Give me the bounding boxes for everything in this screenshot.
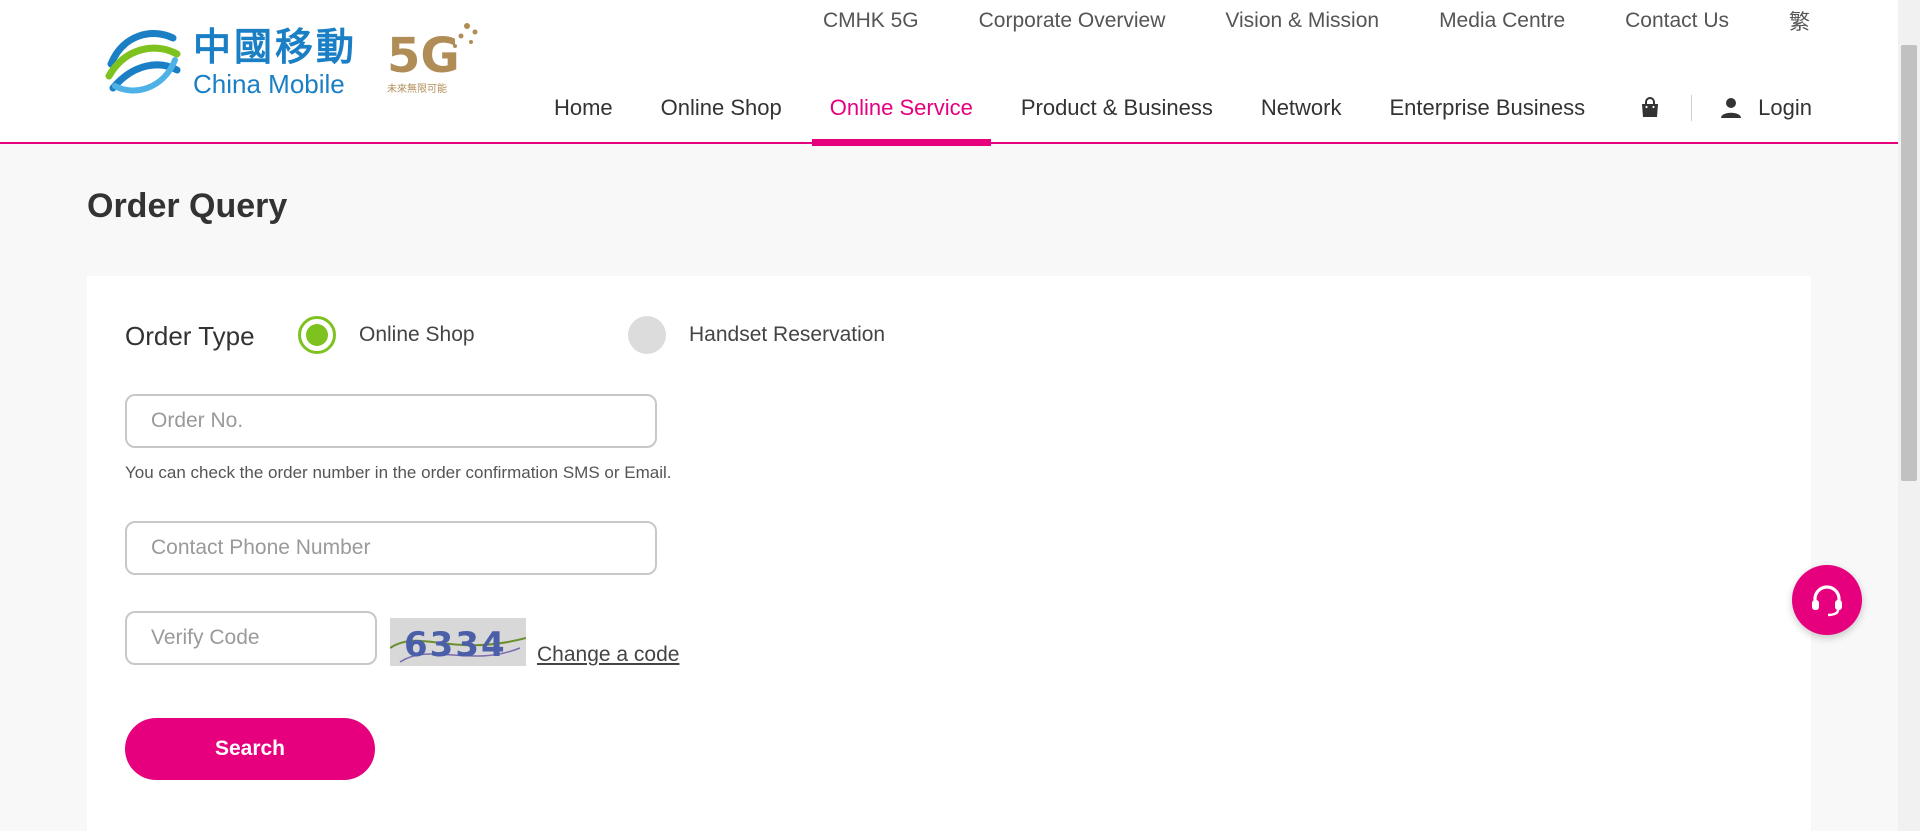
radio-online-shop-label: Online Shop: [359, 323, 475, 346]
main-navigation: Home Online Shop Online Service Product …: [524, 88, 1812, 146]
nav-item-product-business[interactable]: Product & Business: [1003, 88, 1231, 144]
language-switch[interactable]: 繁: [1789, 6, 1810, 36]
nav-item-online-shop[interactable]: Online Shop: [643, 88, 800, 144]
logo-english-name: China Mobile: [193, 69, 345, 99]
china-mobile-logo[interactable]: 中國移動 China Mobile: [103, 24, 357, 100]
captcha-image: 6334: [390, 618, 526, 666]
nav-item-home[interactable]: Home: [536, 88, 631, 144]
top-link-corporate-overview[interactable]: Corporate Overview: [979, 9, 1166, 33]
page-scrollbar[interactable]: [1898, 0, 1920, 831]
order-number-hint: You can check the order number in the or…: [125, 463, 672, 482]
top-link-vision-mission[interactable]: Vision & Mission: [1225, 9, 1379, 33]
customer-service-chat-button[interactable]: [1792, 565, 1862, 635]
captcha-text: 6334: [404, 625, 507, 665]
order-type-label: Order Type: [125, 321, 255, 351]
scrollbar-thumb[interactable]: [1901, 45, 1917, 481]
nav-item-network[interactable]: Network: [1243, 88, 1360, 144]
search-button[interactable]: Search: [125, 718, 375, 780]
radio-handset-reservation[interactable]: Handset Reservation: [628, 316, 885, 354]
5g-logo: 5G 未來無限可能: [387, 23, 478, 95]
radio-online-shop-circle[interactable]: [298, 316, 336, 354]
headset-icon: [1812, 585, 1842, 617]
top-link-media-centre[interactable]: Media Centre: [1439, 9, 1565, 33]
contact-phone-input[interactable]: [125, 521, 657, 575]
change-captcha-link[interactable]: Change a code: [537, 643, 679, 667]
radio-online-shop[interactable]: Online Shop: [298, 316, 475, 354]
top-link-contact-us[interactable]: Contact Us: [1625, 9, 1729, 33]
user-icon: [1721, 98, 1742, 118]
logo-chinese-name: 中國移動: [193, 25, 358, 69]
nav-item-enterprise-business[interactable]: Enterprise Business: [1372, 88, 1604, 144]
order-number-input[interactable]: [125, 394, 657, 448]
site-header: 中國移動 China Mobile 5G 未來無限可能 CMHK 5G Corp…: [0, 0, 1898, 146]
radio-handset-reservation-label: Handset Reservation: [689, 323, 886, 346]
radio-handset-reservation-circle[interactable]: [628, 316, 666, 354]
5g-logo-text: 5G: [387, 28, 460, 84]
5g-tagline: 未來無限可能: [387, 82, 447, 95]
nav-item-online-service[interactable]: Online Service: [811, 88, 991, 146]
china-mobile-logo-icon: [105, 30, 181, 94]
shopping-bag-icon[interactable]: [1639, 97, 1661, 119]
page-title: Order Query: [87, 187, 288, 225]
login-button[interactable]: Login: [1720, 95, 1812, 121]
top-utility-links: CMHK 5G Corporate Overview Vision & Miss…: [763, 6, 1810, 36]
verify-code-input[interactable]: [125, 611, 377, 665]
login-label: Login: [1758, 95, 1812, 120]
nav-divider: [1691, 95, 1693, 121]
order-query-form: Order Type Online Shop Handset Reservati…: [87, 276, 1811, 831]
top-link-cmhk-5g[interactable]: CMHK 5G: [823, 9, 919, 33]
